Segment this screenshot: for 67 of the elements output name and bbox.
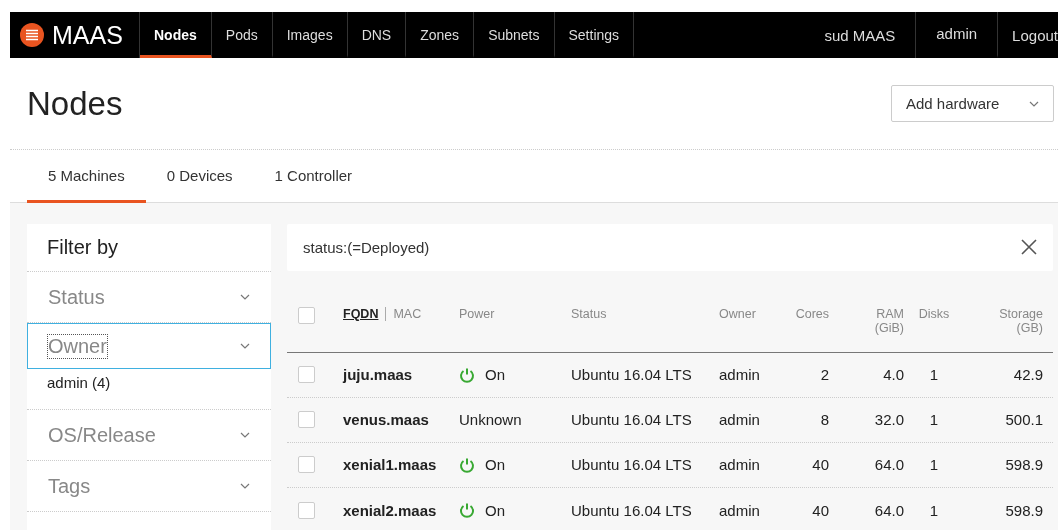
table-cell: On — [485, 456, 505, 474]
search-field[interactable]: status:(=Deployed) — [287, 224, 1053, 271]
table-cell-text: Ubuntu 16.04 LTS — [571, 366, 693, 384]
table-cell-text: 598.9 — [1004, 456, 1043, 474]
filter-group-header[interactable]: Owner — [27, 323, 271, 369]
chevron-down-icon — [240, 483, 250, 489]
close-icon[interactable] — [1021, 239, 1037, 256]
table-cell-text: Ubuntu 16.04 LTS — [571, 456, 693, 474]
logout-link[interactable]: Logout — [998, 12, 1058, 58]
table-cell-text: 40 — [811, 456, 829, 474]
region-name: sud MAAS — [804, 12, 917, 58]
table-cell-text: admin — [719, 411, 761, 429]
table-cell-text: 1 — [928, 501, 940, 519]
table-cell-text: xenial2.maas — [343, 501, 438, 519]
table-cell-text: 2 — [819, 366, 829, 384]
table-cell-text: 1 — [928, 411, 940, 429]
checkbox[interactable] — [298, 411, 315, 429]
user-link[interactable]: admin — [916, 12, 999, 58]
table-cell-text: Ubuntu 16.04 LTS — [571, 411, 693, 429]
filter-group-header[interactable]: Tags — [27, 461, 271, 511]
nav-link[interactable]: Pods — [211, 12, 273, 58]
table-cell-text: 1 — [928, 456, 940, 474]
checkbox[interactable] — [298, 456, 315, 474]
filter-title: Filter by — [27, 224, 271, 272]
chevron-down-icon — [240, 343, 250, 349]
table-cell-text: admin — [719, 456, 761, 474]
page-title: Nodes — [27, 84, 123, 123]
nav-link[interactable]: Zones — [406, 12, 475, 58]
table-cell: On — [485, 366, 505, 384]
table-cell-text: admin — [719, 501, 761, 519]
nav-link[interactable]: Images — [272, 12, 348, 58]
table-cell-text: 1 — [928, 366, 940, 384]
tab[interactable]: 0 Devices — [145, 150, 254, 203]
table-cell: On — [485, 501, 505, 519]
table-cell-text: xenial1.maas — [343, 456, 438, 474]
table-cell-text: juju.maas — [343, 366, 414, 384]
table-cell-text: 4.0 — [882, 366, 904, 384]
table-cell-text: 8 — [819, 411, 829, 429]
filter-option[interactable]: admin (4) — [27, 369, 271, 409]
filter-group-header[interactable]: Status — [27, 272, 271, 322]
nav-link[interactable]: DNS — [347, 12, 407, 58]
nav-link[interactable]: Settings — [554, 12, 635, 58]
nav-link[interactable]: Subnets — [474, 12, 555, 58]
logo-icon — [20, 23, 44, 47]
table-cell-text: venus.maas — [343, 411, 430, 429]
tab[interactable]: 1 Controller — [253, 150, 374, 203]
table-cell-text: 64.0 — [873, 501, 904, 519]
nav-link[interactable]: Nodes — [140, 12, 212, 58]
table-cell-text: 42.9 — [1012, 366, 1043, 384]
table-cell-text: 40 — [811, 501, 829, 519]
chevron-down-icon — [1029, 100, 1039, 107]
table-cell-text: 500.1 — [1004, 411, 1043, 429]
add-hardware-button[interactable]: Add hardware — [891, 85, 1054, 122]
table-cell-text: 64.0 — [873, 456, 904, 474]
checkbox[interactable] — [298, 306, 315, 324]
filter-group-header[interactable]: OS/Release — [27, 410, 271, 460]
table-cell-text: 598.9 — [1004, 501, 1043, 519]
table-cell-text: 32.0 — [873, 411, 904, 429]
sort-link[interactable]: FQDN — [343, 306, 379, 321]
checkbox[interactable] — [298, 366, 315, 384]
brand-name: MAAS — [52, 20, 123, 50]
table-cell-text: Ubuntu 16.04 LTS — [571, 501, 693, 519]
checkbox[interactable] — [298, 501, 315, 519]
table-cell-text: admin — [719, 366, 761, 384]
table-cell: Unknown — [459, 411, 522, 429]
chevron-down-icon — [240, 432, 250, 438]
chevron-down-icon — [240, 294, 250, 300]
